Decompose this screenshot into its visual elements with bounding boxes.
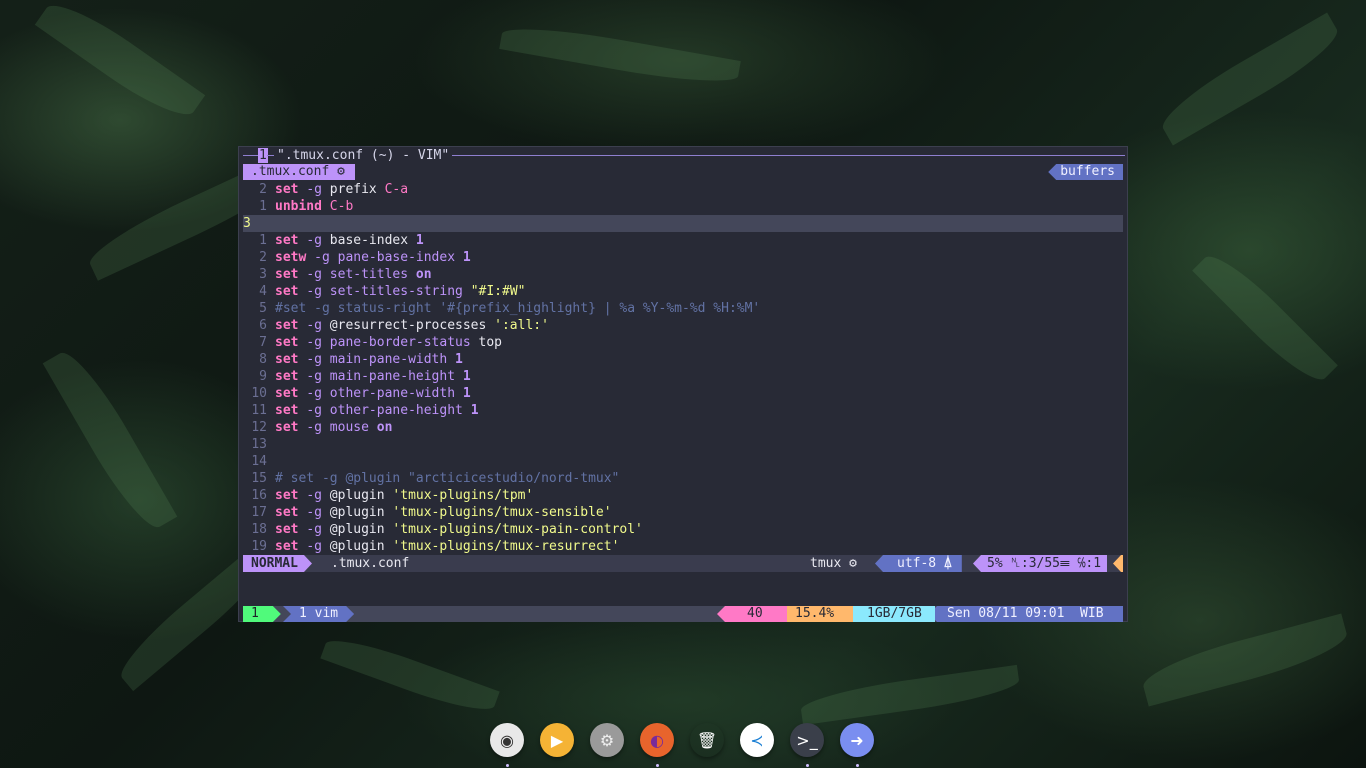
- line-number: 5: [259, 301, 267, 316]
- firefox-icon[interactable]: ◐: [640, 723, 674, 757]
- buffer-name: .tmux.conf: [251, 164, 330, 179]
- gear-icon: ⚙: [337, 164, 345, 179]
- code-line[interactable]: 9 set -g main-pane-height 1: [243, 368, 1123, 385]
- vim-statusline: NORMAL .tmux.conf tmux ⚙ utf-8 ⍋ 5% ␤:3/…: [243, 555, 1123, 572]
- code-line[interactable]: 13: [243, 436, 1123, 453]
- code-line[interactable]: 15 # set -g @plugin "arcticicestudio/nord…: [243, 470, 1123, 487]
- code-editor[interactable]: 2 set -g prefix C-a 1 unbind C-b 3 1 set -g ba…: [243, 181, 1123, 555]
- status-end-cap: [1113, 555, 1123, 572]
- code-line[interactable]: 1 set -g base-index 1: [243, 232, 1123, 249]
- tmux-memory: 1GB/7GB: [845, 606, 935, 622]
- line-number: 12: [251, 420, 267, 435]
- tmux-cpu: 40: [717, 606, 787, 622]
- line-number: 9: [259, 369, 267, 384]
- status-position: 5% ␤:3/55☰ ℅:1: [973, 555, 1108, 572]
- line-number: 4: [259, 284, 267, 299]
- line-text: set -g set-titles-string "#I:#W": [275, 284, 526, 299]
- line-text: # set -g @plugin "arcticicestudio/nord-t…: [275, 471, 620, 486]
- vim-tabline: .tmux.conf ⚙ buffers: [243, 164, 1123, 181]
- sourcegit-icon[interactable]: ➜: [840, 723, 874, 757]
- line-text: set -g other-pane-width 1: [275, 386, 471, 401]
- audio-player-icon[interactable]: ◉: [490, 723, 524, 757]
- status-filename: .tmux.conf: [331, 556, 410, 571]
- mode-indicator: NORMAL: [243, 555, 312, 572]
- code-line[interactable]: 3 set -g set-titles on: [243, 266, 1123, 283]
- code-line[interactable]: 2 setw -g pane-base-index 1: [243, 249, 1123, 266]
- code-line[interactable]: 10 set -g other-pane-width 1: [243, 385, 1123, 402]
- line-number: 16: [251, 488, 267, 503]
- line-number: 2: [259, 250, 267, 265]
- line-text: set -g @plugin 'tmux-plugins/tmux-pain-c…: [275, 522, 643, 537]
- code-line[interactable]: 19 set -g @plugin 'tmux-plugins/tmux-resu…: [243, 538, 1123, 555]
- status-filetype: tmux ⚙: [810, 556, 857, 571]
- video-player-icon[interactable]: ▶: [540, 723, 574, 757]
- tmux-session[interactable]: 1: [243, 606, 281, 622]
- status-encoding: utf-8 ⍋: [875, 555, 962, 572]
- line-text: set -g @plugin 'tmux-plugins/tmux-sensib…: [275, 505, 612, 520]
- line-text: set -g base-index 1: [275, 233, 424, 248]
- code-line[interactable]: 6 set -g @resurrect-processes ':all:': [243, 317, 1123, 334]
- vscode-icon[interactable]: ≺: [740, 723, 774, 757]
- tmux-clock: Sen 08/11 09:01 WIB: [929, 606, 1123, 622]
- line-text: setw -g pane-base-index 1: [275, 250, 471, 265]
- line-text: set -g @resurrect-processes ':all:': [275, 318, 549, 333]
- code-line[interactable]: 5 #set -g status-right '#{prefix_highligh…: [243, 300, 1123, 317]
- pane-title-text: ".tmux.conf (~) - VIM": [274, 147, 453, 164]
- line-number: 15: [251, 471, 267, 486]
- running-indicator: [806, 764, 809, 767]
- code-line[interactable]: 14: [243, 453, 1123, 470]
- line-number: 19: [251, 539, 267, 554]
- code-line[interactable]: 17 set -g @plugin 'tmux-plugins/tmux-sens…: [243, 504, 1123, 521]
- line-number: 10: [251, 386, 267, 401]
- code-line[interactable]: 18 set -g @plugin 'tmux-plugins/tmux-pain…: [243, 521, 1123, 538]
- line-number: 1: [259, 233, 267, 248]
- line-number: 1: [259, 199, 267, 214]
- tmux-pane-title: 1 ".tmux.conf (~) - VIM": [239, 147, 1127, 164]
- line-number: 17: [251, 505, 267, 520]
- line-number: 8: [259, 352, 267, 367]
- buffer-tab[interactable]: .tmux.conf ⚙: [243, 164, 355, 180]
- code-line[interactable]: 8 set -g main-pane-width 1: [243, 351, 1123, 368]
- code-line[interactable]: 11 set -g other-pane-height 1: [243, 402, 1123, 419]
- line-number: 6: [259, 318, 267, 333]
- line-number: 2: [259, 182, 267, 197]
- line-text: unbind C-b: [275, 199, 354, 214]
- code-line[interactable]: 2 set -g prefix C-a: [243, 181, 1123, 198]
- line-number: 7: [259, 335, 267, 350]
- line-text: set -g pane-border-status top: [275, 335, 502, 350]
- line-text: set -g prefix C-a: [275, 182, 409, 197]
- code-line[interactable]: 1 unbind C-b: [243, 198, 1123, 215]
- running-indicator: [856, 764, 859, 767]
- code-line[interactable]: 16 set -g @plugin 'tmux-plugins/tpm': [243, 487, 1123, 504]
- line-text: set -g main-pane-width 1: [275, 352, 463, 367]
- settings-icon[interactable]: ⚙: [590, 723, 624, 757]
- buffers-label: buffers: [1048, 164, 1123, 180]
- line-number: 14: [251, 454, 267, 469]
- line-number: 3: [243, 216, 251, 231]
- code-line[interactable]: 12 set -g mouse on: [243, 419, 1123, 436]
- line-text: set -g other-pane-height 1: [275, 403, 479, 418]
- line-text: set -g main-pane-height 1: [275, 369, 471, 384]
- line-text: set -g set-titles on: [275, 267, 432, 282]
- trash-icon[interactable]: 🗑: [690, 723, 724, 757]
- running-indicator: [656, 764, 659, 767]
- line-text: set -g @plugin 'tmux-plugins/tpm': [275, 488, 534, 503]
- line-number: 13: [251, 437, 267, 452]
- tmux-window-tab[interactable]: 1 vim: [283, 606, 354, 622]
- running-indicator: [506, 764, 509, 767]
- line-number: 18: [251, 522, 267, 537]
- line-text: set -g mouse on: [275, 420, 393, 435]
- tmux-cpu-percent: 15.4%: [779, 606, 853, 622]
- code-line[interactable]: 4 set -g set-titles-string "#I:#W": [243, 283, 1123, 300]
- cursor-line[interactable]: 3: [243, 215, 1123, 232]
- terminal-window[interactable]: 1 ".tmux.conf (~) - VIM" .tmux.conf ⚙ bu…: [238, 146, 1128, 622]
- line-number: 11: [251, 403, 267, 418]
- line-text: #set -g status-right '#{prefix_highlight…: [275, 301, 761, 316]
- terminal-icon[interactable]: >_: [790, 723, 824, 757]
- line-text: set -g @plugin 'tmux-plugins/tmux-resurr…: [275, 539, 620, 554]
- tmux-statusbar: 1 1 vim Sen 08/11 09:01 WIB 1GB/7GB 15.4…: [243, 606, 1123, 622]
- code-line[interactable]: 7 set -g pane-border-status top: [243, 334, 1123, 351]
- line-number: 3: [259, 267, 267, 282]
